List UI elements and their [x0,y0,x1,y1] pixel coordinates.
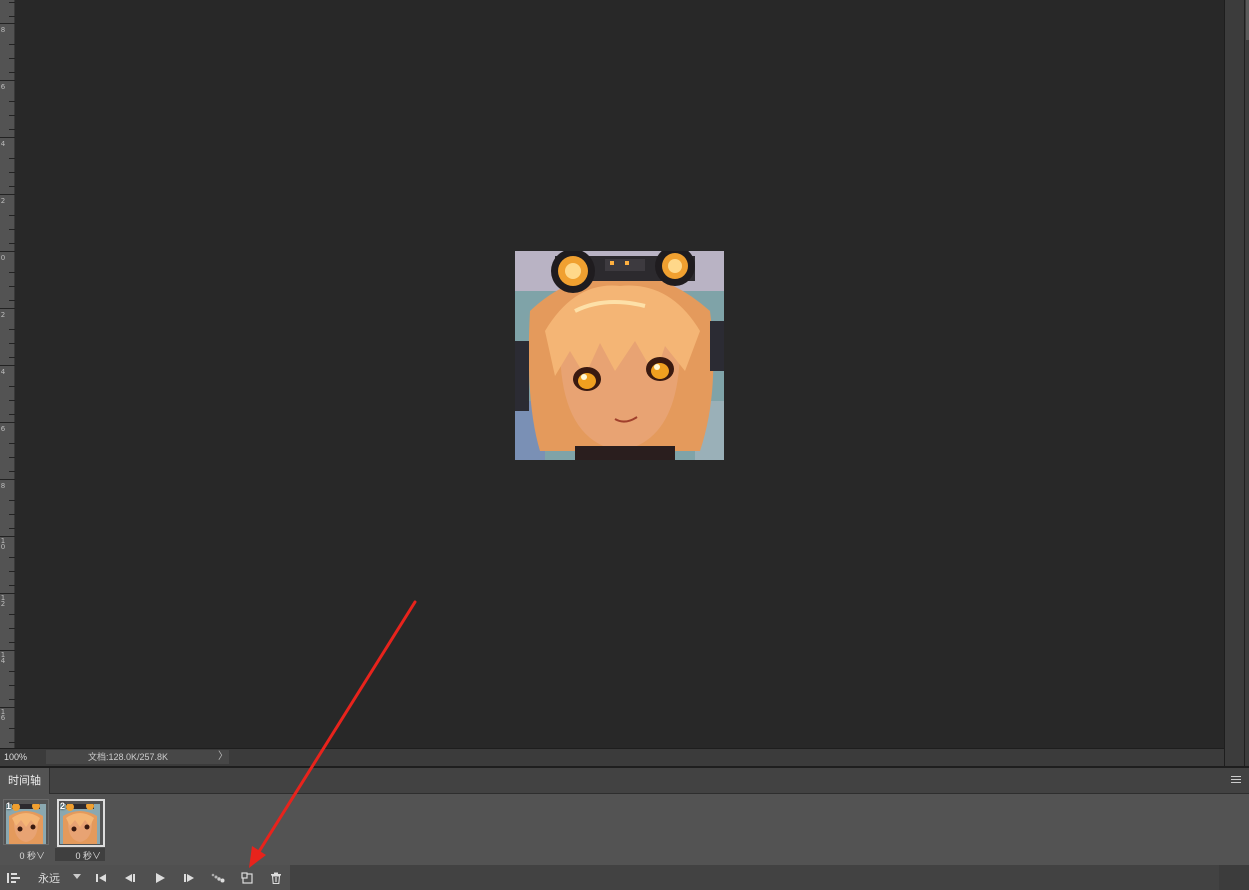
ruler-label: 6 [0,83,6,91]
frame-thumbnail [6,804,46,844]
doc-info-arrow-icon[interactable]: 〉 [218,749,228,765]
trash-icon[interactable] [267,869,285,886]
timeline-frame[interactable]: 1 0 秒∨ [3,799,49,865]
frame-number: 2 [60,801,66,811]
tab-timeline[interactable]: 时间轴 [0,768,50,794]
ruler-label: 6 [0,425,6,433]
panel-menu-icon[interactable] [1231,776,1241,785]
doc-info-box[interactable]: 文档:128.0K/257.8K 〉 [46,750,229,764]
duplicate-frame-icon[interactable] [238,869,256,886]
chevron-down-icon[interactable] [73,874,81,879]
ruler-label: 8 [0,26,6,34]
timeline-toolbar: 永远 [0,865,1249,890]
ruler-label: 1 2 [0,594,6,608]
ruler-label: 2 [0,197,6,205]
frame-delay[interactable]: 0 秒∨ [53,849,101,862]
frame-number: 1 [6,801,12,811]
play-icon[interactable] [151,869,169,886]
ruler-label: 4 [0,368,6,376]
canvas-image[interactable] [515,251,724,460]
next-frame-icon[interactable] [180,869,198,886]
frame-thumbnail [60,804,100,844]
right-scrollbar[interactable] [1224,0,1249,766]
frame-delay[interactable]: 0 秒∨ [0,849,45,862]
ruler-label: 1 0 [0,537,6,551]
loop-option[interactable]: 永远 [38,870,60,886]
timeline-frame-selected[interactable]: 2 0 秒∨ [55,799,105,865]
first-frame-icon[interactable] [92,869,110,886]
doc-info: 文档:128.0K/257.8K [88,752,169,762]
ruler-label: 0 [0,254,6,262]
vertical-ruler: 8 6 4 2 0 2 4 6 8 1 0 1 2 1 4 1 6 [0,0,15,748]
timeline-convert-icon[interactable] [5,869,23,886]
status-bar: 100% 文档:128.0K/257.8K 〉 [0,748,1224,766]
timeline-frames: 1 0 秒∨ 2 0 秒∨ [0,794,1249,865]
ruler-label: 4 [0,140,6,148]
tween-icon[interactable] [209,869,227,886]
ruler-label: 8 [0,482,6,490]
ruler-label: 1 6 [0,708,6,722]
ruler-label: 1 4 [0,651,6,665]
timeline-tab-bar: 时间轴 [0,768,1249,794]
prev-frame-icon[interactable] [121,869,139,886]
ruler-label: 2 [0,311,6,319]
zoom-level[interactable]: 100% [4,749,44,765]
